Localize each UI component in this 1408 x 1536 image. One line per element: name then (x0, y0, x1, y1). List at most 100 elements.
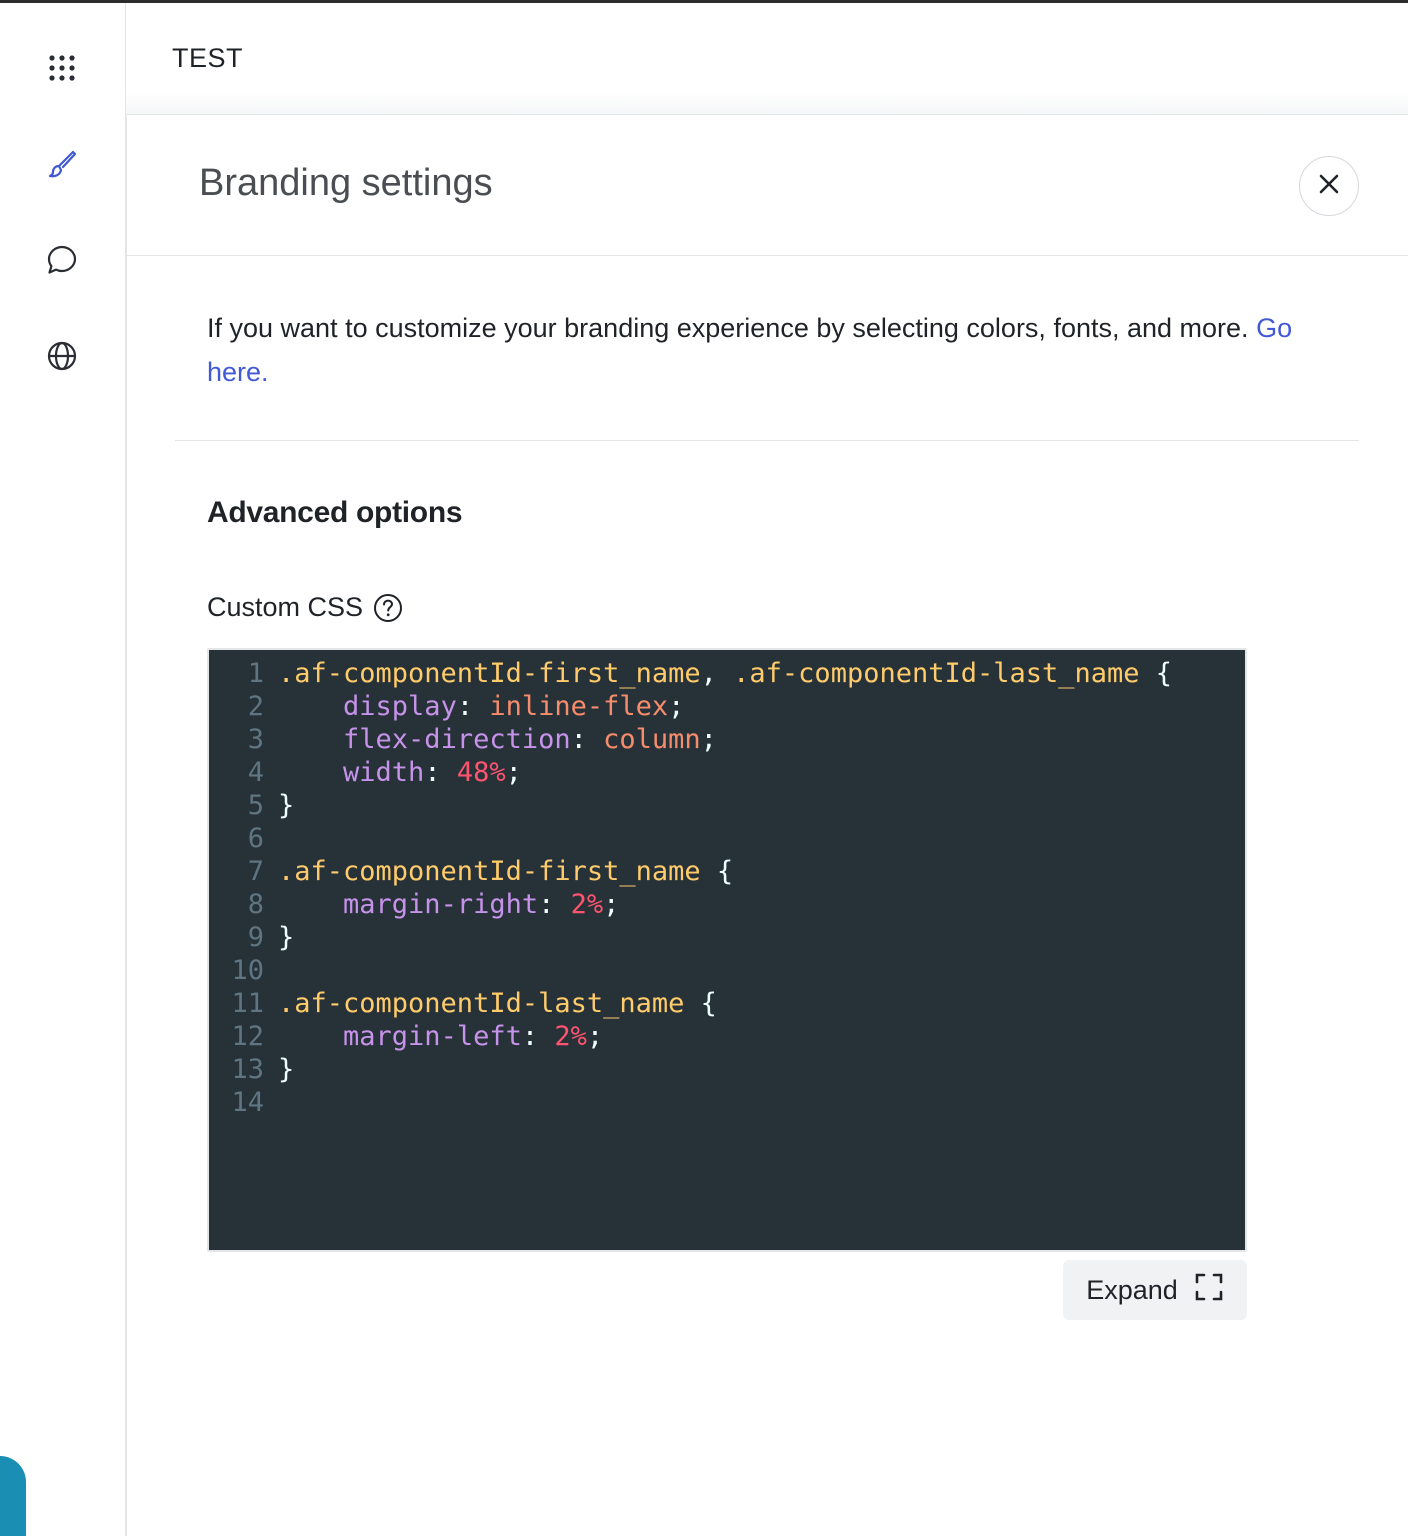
code-text: } (264, 1053, 294, 1086)
line-number: 14 (231, 1087, 264, 1118)
code-token: .af-componentId-last_name (733, 658, 1140, 689)
close-button[interactable] (1299, 156, 1359, 216)
line-number: 8 (247, 889, 264, 920)
code-token: 2% (554, 1021, 587, 1052)
line-number: 11 (231, 988, 264, 1019)
custom-css-label-text: Custom CSS (207, 592, 364, 622)
code-token: : (538, 889, 571, 920)
code-token: .af-componentId-first_name (278, 658, 701, 689)
line-number: 2 (247, 691, 264, 722)
line-number: 5 (247, 790, 264, 821)
code-line: 14 (209, 1086, 1245, 1119)
code-text: margin-left: 2%; (264, 1020, 603, 1053)
code-text: .af-componentId-first_name { (264, 855, 733, 888)
code-token: } (278, 790, 295, 821)
code-token: 48% (456, 757, 506, 788)
css-code-editor[interactable]: 1 .af-componentId-first_name, .af-compone… (207, 648, 1247, 1252)
code-text: } (264, 921, 294, 954)
paintbrush-icon (46, 148, 78, 180)
line-number: 10 (231, 955, 264, 986)
apps-grid-icon (47, 53, 77, 83)
section-divider (175, 440, 1359, 441)
expand-icon (1194, 1272, 1224, 1309)
line-number: 6 (247, 823, 264, 854)
code-text: .af-componentId-last_name { (264, 987, 717, 1020)
line-number: 9 (247, 922, 264, 953)
code-line: 6 (209, 822, 1245, 855)
code-token: { (1139, 658, 1173, 689)
panel-header: Branding settings (127, 116, 1408, 256)
code-token: ; (586, 1021, 604, 1052)
code-token: width (343, 757, 425, 788)
decorative-corner (0, 1456, 26, 1536)
code-token: display (343, 691, 457, 722)
code-line: 7 .af-componentId-first_name { (209, 855, 1245, 888)
code-text: .af-componentId-first_name, .af-componen… (264, 657, 1172, 690)
code-token: : (456, 691, 490, 722)
line-number: 7 (247, 856, 264, 887)
code-token: .af-componentId-first_name (278, 856, 701, 887)
code-text: display: inline-flex; (264, 690, 684, 723)
code-line: 9} (209, 921, 1245, 954)
code-token: { (700, 856, 734, 887)
code-token: ; (700, 724, 717, 755)
intro-text: If you want to customize your branding e… (207, 306, 1327, 394)
messages-nav-button[interactable] (37, 235, 87, 285)
code-token: { (684, 988, 717, 1019)
app-title: TEST (172, 43, 244, 73)
chat-bubble-icon (46, 244, 78, 276)
code-line: 3 flex-direction: column; (209, 723, 1245, 756)
code-token: flex-direction (343, 724, 571, 755)
code-text: margin-right: 2%; (264, 888, 619, 921)
line-number: 12 (231, 1021, 264, 1052)
globe-nav-button[interactable] (37, 331, 87, 381)
code-token: margin-left (343, 1021, 522, 1052)
code-token: margin-right (343, 889, 539, 920)
code-line: 5} (209, 789, 1245, 822)
code-token: , (700, 658, 734, 689)
code-token: : (424, 757, 457, 788)
code-token: ; (603, 889, 620, 920)
code-token: inline-flex (489, 691, 669, 722)
code-line: 8 margin-right: 2%; (209, 888, 1245, 921)
left-rail (0, 3, 126, 1536)
branding-nav-button[interactable] (37, 139, 87, 189)
section-title: Advanced options (207, 496, 463, 529)
code-line: 4 width: 48%; (209, 756, 1245, 789)
line-number: 3 (247, 724, 264, 755)
code-token: column (603, 724, 701, 755)
code-token: : (570, 724, 604, 755)
code-text: } (264, 789, 294, 822)
code-token: ; (505, 757, 522, 788)
code-token: : (521, 1021, 555, 1052)
branding-settings-panel: Branding settings If you want to customi… (126, 116, 1408, 1536)
code-token: } (278, 1054, 295, 1085)
code-line: 2 display: inline-flex; (209, 690, 1245, 723)
close-icon (1318, 173, 1340, 200)
code-text: flex-direction: column; (264, 723, 717, 756)
line-number: 1 (247, 658, 264, 689)
globe-icon (46, 340, 78, 372)
panel-title: Branding settings (199, 162, 493, 204)
code-text: width: 48%; (264, 756, 522, 789)
help-icon[interactable] (373, 593, 403, 623)
code-line: 13} (209, 1053, 1245, 1086)
code-line: 11 .af-componentId-last_name { (209, 987, 1245, 1020)
apps-grid-button[interactable] (37, 43, 87, 93)
code-token: .af-componentId-last_name (278, 988, 685, 1019)
top-bar: TEST (126, 3, 1408, 115)
code-token: 2% (570, 889, 604, 920)
code-token: ; (668, 691, 685, 722)
custom-css-label: Custom CSS (207, 592, 403, 623)
code-token: } (278, 922, 295, 953)
code-line: 1 .af-componentId-first_name, .af-compone… (209, 657, 1245, 690)
expand-button[interactable]: Expand (1063, 1260, 1247, 1320)
line-number: 13 (231, 1054, 264, 1085)
